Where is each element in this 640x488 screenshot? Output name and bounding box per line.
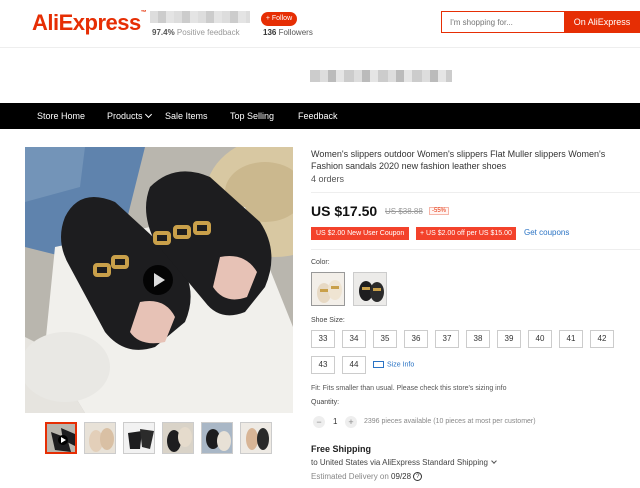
estimated-delivery: Estimated Delivery on 09/28 ? [311, 472, 423, 482]
size-option[interactable]: 43 [311, 356, 335, 374]
shoe-size-label: Shoe Size: [311, 317, 345, 324]
thumbnail-6[interactable] [240, 422, 272, 454]
nav-store-home[interactable]: Store Home [37, 103, 85, 129]
free-shipping-label: Free Shipping [311, 444, 372, 454]
thumbnail-5[interactable] [201, 422, 233, 454]
quantity-increase-button[interactable]: + [345, 416, 357, 428]
product-title: Women's slippers outdoor Women's slipper… [311, 149, 606, 171]
size-option[interactable]: 33 [311, 330, 335, 348]
size-option[interactable]: 36 [404, 330, 428, 348]
size-option[interactable]: 37 [435, 330, 459, 348]
original-price: US $38.88 [385, 207, 423, 216]
play-video-icon[interactable] [143, 265, 173, 295]
size-option[interactable]: 40 [528, 330, 552, 348]
help-icon[interactable]: ? [413, 472, 423, 482]
size-option[interactable]: 38 [466, 330, 490, 348]
availability-text: 2396 pieces available (10 pieces at most… [364, 418, 536, 425]
store-name-blurred [150, 11, 250, 23]
shipping-method[interactable]: to United States via AliExpress Standard… [311, 458, 498, 467]
color-option-beige[interactable] [311, 272, 345, 306]
size-option[interactable]: 39 [497, 330, 521, 348]
size-option[interactable]: 42 [590, 330, 614, 348]
size-option[interactable]: 44 [342, 356, 366, 374]
thumbnail-3[interactable] [123, 422, 155, 454]
size-info-link[interactable]: Size Info [373, 361, 414, 368]
divider [311, 249, 640, 250]
chevron-down-icon [144, 110, 152, 119]
store-coupon[interactable]: + US $2.00 off per US $15.00 [416, 227, 516, 240]
fit-note: Fit: Fits smaller than usual. Please che… [311, 385, 507, 392]
store-header: AliExpress™ 97.4% Positive feedback + Fo… [0, 0, 640, 48]
thumbnail-2[interactable] [84, 422, 116, 454]
product-main-image[interactable] [25, 147, 293, 413]
nav-top-selling[interactable]: Top Selling [230, 103, 274, 129]
search-button[interactable]: On AliExpress [564, 12, 640, 32]
nav-products[interactable]: Products [107, 103, 152, 129]
chevron-down-icon [491, 458, 498, 464]
followers-count: 136 Followers [263, 28, 313, 37]
size-option[interactable]: 34 [342, 330, 366, 348]
search-input[interactable] [442, 12, 564, 32]
ruler-icon [373, 361, 384, 368]
new-user-coupon[interactable]: US $2.00 New User Coupon [311, 227, 410, 240]
store-nav: Store Home Products Sale Items Top Selli… [0, 103, 640, 129]
nav-sale-items[interactable]: Sale Items [165, 103, 208, 129]
positive-feedback: 97.4% Positive feedback [152, 28, 240, 37]
nav-feedback[interactable]: Feedback [298, 103, 338, 129]
discount-badge: -55% [429, 207, 450, 215]
quantity-label: Quantity: [311, 399, 340, 406]
quantity-value[interactable]: 1 [333, 417, 337, 426]
color-option-black[interactable] [353, 272, 387, 306]
divider [311, 192, 640, 193]
search-bar: On AliExpress [441, 11, 640, 33]
thumbnail-4[interactable] [162, 422, 194, 454]
size-option[interactable]: 41 [559, 330, 583, 348]
size-option[interactable]: 35 [373, 330, 397, 348]
quantity-decrease-button[interactable]: − [313, 416, 325, 428]
orders-count: 4 orders [311, 174, 345, 184]
follow-button[interactable]: + Follow [261, 12, 297, 26]
store-banner-blurred [310, 70, 452, 82]
get-coupons-link[interactable]: Get coupons [524, 228, 569, 237]
current-price: US $17.50 [311, 203, 378, 219]
thumbnail-1[interactable] [45, 422, 77, 454]
color-label: Color: [311, 259, 330, 266]
aliexpress-logo[interactable]: AliExpress™ [32, 10, 147, 36]
